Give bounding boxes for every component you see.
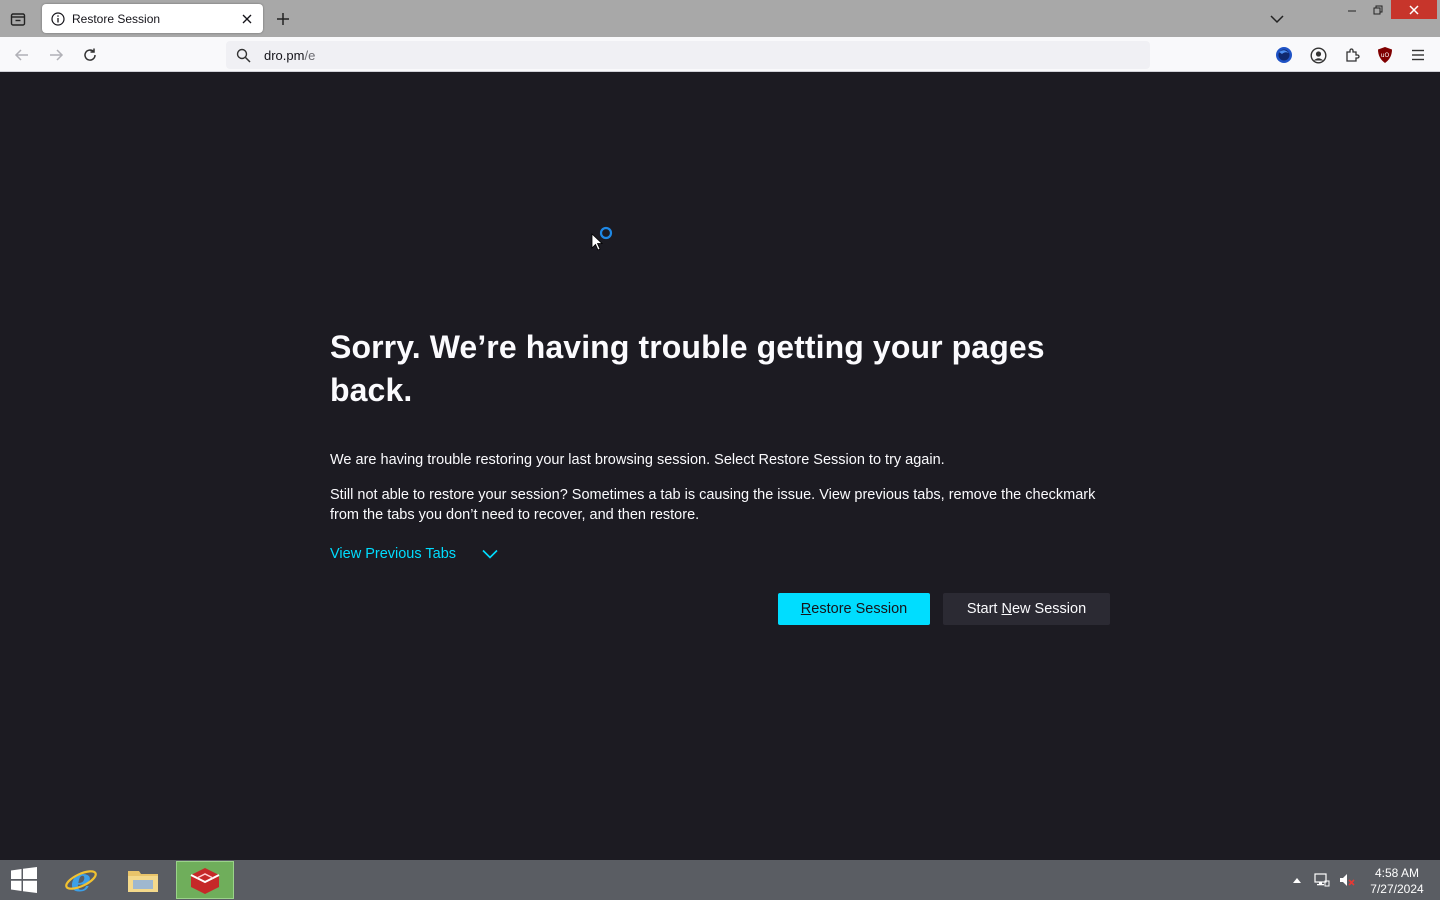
reload-button[interactable] [77,42,103,68]
new-session-label-start: Start [966,601,1002,617]
firefox-view-icon[interactable] [6,7,30,31]
account-icon[interactable] [1305,42,1331,68]
back-button[interactable] [9,42,35,68]
new-session-accesskey: N [1001,601,1012,617]
plus-icon [277,13,289,25]
svg-text:e: e [71,863,91,897]
browser-app-icon [190,868,220,894]
list-all-tabs-button[interactable] [1266,8,1288,30]
url-path: /e [304,47,316,63]
start-new-session-button[interactable]: Start New Session [943,593,1110,625]
reload-icon [84,48,96,61]
url-host: dro.pm [264,47,305,63]
minimize-button[interactable] [1339,0,1365,19]
internet-explorer-icon: e [65,863,97,897]
browser-taskbar-button[interactable] [176,861,234,899]
windows-logo-icon [11,867,37,893]
forward-arrow-icon [50,49,64,61]
volume-muted-icon[interactable] [1338,871,1356,889]
network-icon[interactable] [1313,871,1331,889]
file-explorer-taskbar-button[interactable] [114,861,172,899]
url-text[interactable]: dro.pm/e [264,48,315,63]
start-button[interactable] [0,860,48,900]
page-title: Sorry. We’re having trouble getting your… [330,329,1045,408]
chevron-down-icon [480,544,500,564]
page-content: Sorry. We’re having trouble getting your… [0,72,1440,860]
internet-explorer-taskbar-button[interactable]: e [52,861,110,899]
new-session-label-rest: ew Session [1011,601,1087,617]
restore-session-container: Sorry. We’re having trouble getting your… [330,326,1110,625]
new-tab-button[interactable] [272,8,294,30]
clock-time: 4:58 AM [1374,866,1420,880]
close-window-button[interactable] [1391,0,1437,19]
back-arrow-icon [14,49,28,61]
restore-label: estore Session [811,601,908,617]
tab-restore-session[interactable]: Restore Session [42,4,263,33]
restore-window-button[interactable] [1365,0,1391,19]
url-bar[interactable]: dro.pm/e [226,41,1150,69]
still-not-able-description: Still not able to restore your session? … [330,487,1096,523]
clock-date: 7/27/2024 [1370,882,1424,896]
restore-session-button[interactable]: Restore Session [778,593,930,625]
tab-title: Restore Session [72,11,161,26]
restore-accesskey: R [800,601,812,617]
trouble-description: We are having trouble restoring your las… [330,452,945,468]
windows-taskbar: e 4:58 AM 7/27/2024 [0,860,1440,900]
system-clock[interactable]: 4:58 AM 7/27/2024 [1362,865,1432,897]
extensions-icon[interactable] [1339,42,1365,68]
folder-icon [128,871,158,892]
close-tab-icon[interactable] [237,9,257,29]
search-icon [234,46,252,64]
info-icon [51,11,65,26]
firefox-account-sync-icon[interactable] [1271,42,1297,68]
svg-text:uO: uO [1381,52,1390,59]
forward-button[interactable] [43,42,69,68]
menu-hamburger-icon[interactable] [1405,42,1431,68]
ublock-origin-icon[interactable]: uO [1372,42,1398,68]
navigation-toolbar: dro.pm/e uO [0,37,1440,72]
view-previous-tabs-label: View Previous Tabs [330,546,457,562]
view-previous-tabs-toggle[interactable]: View Previous Tabs [330,544,500,564]
busy-cursor-icon [591,226,615,252]
caret-up-icon [1293,878,1301,883]
show-hidden-icons-button[interactable] [1290,872,1304,888]
chevron-down-icon [1270,15,1284,24]
tab-strip: Restore Session [0,0,1440,37]
